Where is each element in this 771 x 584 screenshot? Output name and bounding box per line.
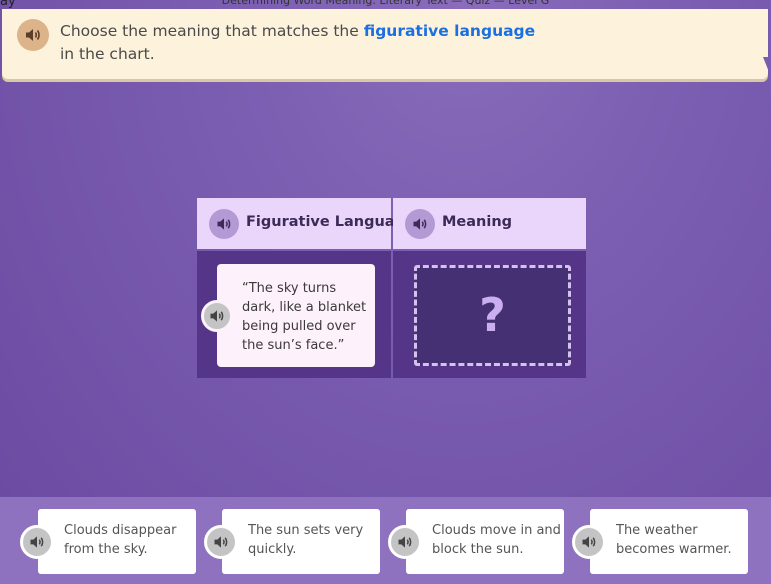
answer-option-3[interactable]: Clouds move in and block the sun. <box>406 509 564 574</box>
header-label: Figurative Language <box>246 214 415 230</box>
quote-card: “The sky turns dark, like a blanket bein… <box>217 264 375 367</box>
quiz-stage: ay Determining Word Meaning: Literary Te… <box>0 0 771 584</box>
window-title: Determining Word Meaning: Literary Text … <box>221 0 550 7</box>
question-mark-icon: ? <box>479 288 506 342</box>
answer-option-4[interactable]: The weather becomes warmer. <box>590 509 748 574</box>
option-text: Clouds disappear from the sky. <box>64 523 177 557</box>
speaker-icon[interactable] <box>209 209 239 239</box>
header-label: Meaning <box>442 214 513 230</box>
speaker-icon[interactable] <box>388 525 422 559</box>
instruction-part: in the chart. <box>60 45 155 63</box>
speaker-icon[interactable] <box>572 525 606 559</box>
answer-dropzone[interactable]: ? <box>414 265 571 366</box>
option-text: The weather becomes warmer. <box>616 523 732 557</box>
speaker-icon[interactable] <box>201 300 233 332</box>
figurative-language-cell: “The sky turns dark, like a blanket bein… <box>197 251 391 378</box>
figurative-language-link[interactable]: figurative language <box>364 22 535 40</box>
instruction-banner: Choose the meaning that matches the figu… <box>2 9 768 79</box>
header-meaning: Meaning <box>393 198 586 249</box>
header-figurative-language: Figurative Language <box>197 198 415 249</box>
quote-text: “The sky turns dark, like a blanket bein… <box>242 281 367 353</box>
instruction-text: Choose the meaning that matches the figu… <box>60 20 550 66</box>
option-text: The sun sets very quickly. <box>248 523 364 557</box>
speaker-icon[interactable] <box>204 525 238 559</box>
option-text: Clouds move in and block the sun. <box>432 523 561 557</box>
banner-fold <box>763 57 771 77</box>
answer-option-1[interactable]: Clouds disappear from the sky. <box>38 509 196 574</box>
speaker-icon[interactable] <box>20 525 54 559</box>
speaker-icon[interactable] <box>17 19 49 51</box>
instruction-part: Choose the meaning that matches the <box>60 22 364 40</box>
meaning-cell: ? <box>393 251 586 378</box>
answer-option-2[interactable]: The sun sets very quickly. <box>222 509 380 574</box>
speaker-icon[interactable] <box>405 209 435 239</box>
